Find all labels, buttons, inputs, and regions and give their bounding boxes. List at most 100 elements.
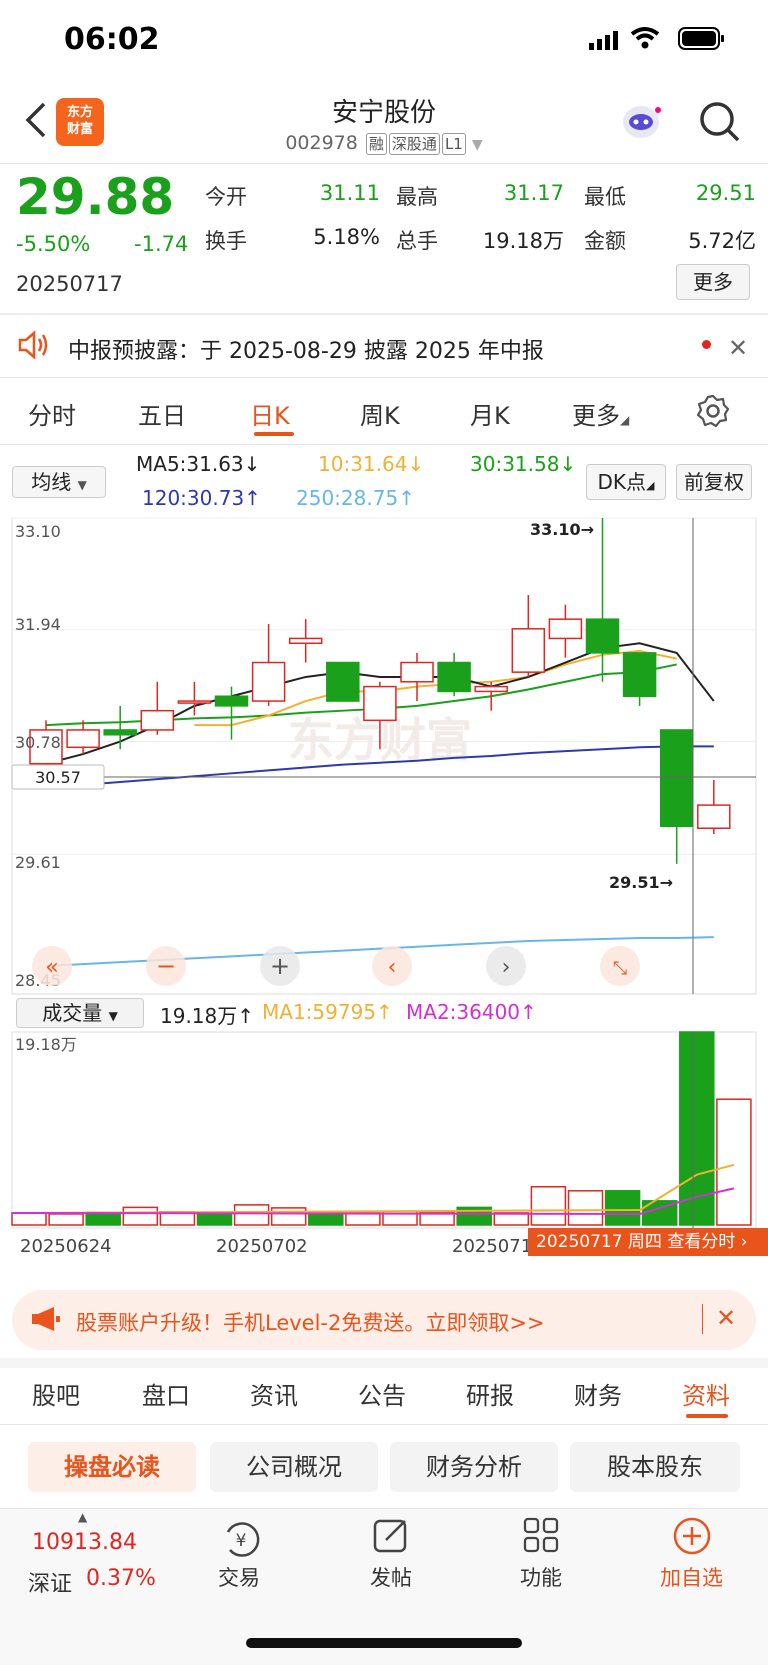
- index-change: 0.37%: [86, 1566, 156, 1591]
- tab-finance[interactable]: 财务: [574, 1376, 622, 1411]
- volume-bar: [11, 1212, 47, 1226]
- tab-forum[interactable]: 股吧: [32, 1376, 80, 1411]
- tag-margin: 融: [365, 133, 387, 155]
- dk-point-button[interactable]: DK点◢: [586, 464, 666, 500]
- settings-gear-icon[interactable]: [696, 394, 730, 432]
- chevron-right-icon: ›: [502, 955, 511, 980]
- turnover-label: 换手: [205, 229, 247, 253]
- open-value: 31.11: [319, 181, 380, 205]
- close-icon[interactable]: ✕: [716, 1304, 736, 1332]
- candle-body: [474, 685, 508, 693]
- candle-body: [659, 729, 694, 828]
- candle: [326, 661, 360, 702]
- candle-body: [214, 695, 249, 707]
- index-name: 深证: [28, 1572, 73, 1597]
- post-icon[interactable]: [372, 1516, 412, 1560]
- speaker-icon: [16, 330, 50, 364]
- tab-intraday[interactable]: 分时: [28, 396, 76, 431]
- candle-body: [326, 661, 360, 702]
- tab-daily-k[interactable]: 日K: [250, 396, 290, 431]
- double-chevron-left-icon: «: [45, 955, 58, 980]
- tab-weekly-k[interactable]: 周K: [360, 396, 400, 431]
- function-grid-icon[interactable]: [522, 1516, 562, 1560]
- minus-icon: −: [156, 952, 176, 980]
- tab-research[interactable]: 研报: [466, 1376, 514, 1411]
- trade-icon[interactable]: ¥: [220, 1518, 262, 1564]
- price-axis-label: 33.10: [15, 522, 61, 541]
- promo-text[interactable]: 股票账户升级！手机Level-2免费送。立即领取>>: [76, 1307, 545, 1337]
- robot-assistant-icon[interactable]: [618, 100, 664, 146]
- subtab-company-overview[interactable]: 公司概况: [210, 1442, 378, 1492]
- high-label: 最高: [396, 185, 438, 209]
- tag-level: L1: [441, 133, 466, 155]
- price-axis-label: 29.61: [15, 853, 61, 872]
- volume-indicator-select[interactable]: 成交量 ▼: [16, 998, 144, 1028]
- volume-axis-label: 19.18万: [15, 1035, 77, 1054]
- home-indicator: [246, 1638, 522, 1648]
- tab-monthly-k[interactable]: 月K: [470, 396, 510, 431]
- add-watchlist-icon[interactable]: [672, 1516, 712, 1560]
- crosshair-date-tooltip[interactable]: 20250717 周四 查看分时 ›: [528, 1228, 768, 1256]
- quote-divider: [0, 313, 768, 315]
- volume-bar: [85, 1211, 121, 1226]
- adjust-button[interactable]: 前复权: [676, 464, 752, 500]
- volume-bar: [122, 1206, 159, 1226]
- crosshair-price: 30.57: [35, 768, 81, 787]
- chevron-down-icon: ▼: [471, 137, 483, 153]
- notice-divider: [0, 377, 768, 378]
- candle-body: [140, 709, 175, 731]
- function-label[interactable]: 功能: [520, 1562, 562, 1592]
- volume-bar: [567, 1190, 604, 1226]
- more-quote-button[interactable]: 更多: [676, 264, 750, 300]
- tab-announcements[interactable]: 公告: [358, 1376, 406, 1411]
- candle-body: [697, 804, 731, 829]
- ma120-value: 120:30.73↑: [142, 486, 261, 510]
- volume-bar: [196, 1212, 233, 1226]
- index-value[interactable]: 10913.84: [32, 1530, 137, 1555]
- candle-body: [103, 729, 137, 736]
- volume-chart[interactable]: 19.18万: [0, 1030, 768, 1230]
- ma30-value: 30:31.58↓: [470, 452, 577, 476]
- notice-text[interactable]: 中报预披露：于 2025-08-29 披露 2025 年中报: [68, 333, 544, 365]
- post-label[interactable]: 发帖: [370, 1562, 412, 1592]
- tab-news[interactable]: 资讯: [250, 1376, 298, 1411]
- expand-icon: ⤡: [613, 958, 627, 979]
- status-time: 06:02: [64, 22, 160, 57]
- candle-body: [288, 637, 323, 644]
- promo-divider: [702, 1304, 703, 1334]
- quote-date: 20250717: [16, 272, 123, 296]
- chevron-up-icon[interactable]: ▲: [78, 1510, 87, 1524]
- tab-orderbook[interactable]: 盘口: [142, 1376, 190, 1411]
- high-marker: 33.10→: [530, 520, 594, 539]
- signal-icon: [589, 30, 621, 54]
- close-icon[interactable]: ✕: [728, 334, 748, 362]
- subtab-must-read[interactable]: 操盘必读: [28, 1442, 196, 1492]
- volume-current: 19.18万↑: [160, 1004, 255, 1028]
- subtab-financial-analysis[interactable]: 财务分析: [390, 1442, 558, 1492]
- ma10-value: 10:31.64↓: [318, 452, 425, 476]
- candlestick-chart[interactable]: 东方财富 33.10 31.94 30.78 29.61 28.45 30.57…: [0, 516, 768, 996]
- add-watchlist-label[interactable]: 加自选: [660, 1562, 723, 1592]
- ma-select[interactable]: 均线 ▼: [12, 466, 106, 498]
- search-icon[interactable]: [698, 100, 742, 148]
- subtab-shareholders[interactable]: 股本股东: [570, 1442, 740, 1492]
- volume-bar: [530, 1186, 567, 1226]
- ma5-value: MA5:31.63↓: [136, 452, 261, 476]
- candle-body: [400, 661, 434, 683]
- date-label: 20250624: [20, 1236, 112, 1257]
- high-value: 31.17: [503, 181, 564, 205]
- last-price: 29.88: [16, 168, 175, 226]
- trade-label[interactable]: 交易: [218, 1562, 260, 1592]
- notice-dot: [702, 340, 711, 349]
- tab-more[interactable]: 更多◢: [572, 396, 629, 431]
- candle-body: [548, 618, 583, 640]
- chevron-left-icon: ‹: [388, 955, 397, 980]
- tab-5day[interactable]: 五日: [138, 396, 186, 431]
- volume-bar: [345, 1212, 381, 1226]
- date-label: 20250702: [216, 1236, 308, 1257]
- tab-profile[interactable]: 资料: [682, 1376, 730, 1411]
- active-tab-indicator: [254, 432, 294, 436]
- volume-ma1: MA1:59795↑: [262, 1000, 393, 1024]
- volume-bar: [270, 1207, 307, 1226]
- volume-bar: [233, 1204, 270, 1226]
